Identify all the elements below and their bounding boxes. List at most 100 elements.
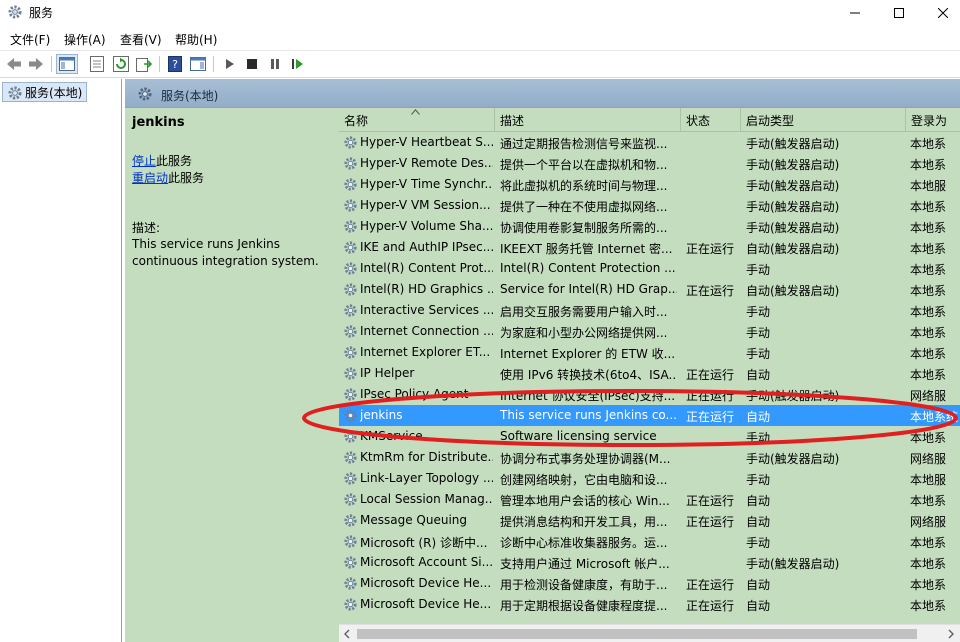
export-list-button[interactable]	[133, 54, 155, 74]
service-row[interactable]: Internet Explorer ET... Internet Explorer…	[339, 342, 960, 363]
show-tree-button[interactable]	[56, 54, 78, 74]
service-status: 正在运行	[686, 410, 735, 424]
scroll-left-icon[interactable]	[343, 629, 351, 639]
service-description: Internet 协议安全(IPsec)支持...	[500, 389, 676, 403]
service-row[interactable]: IPsec Policy Agent Internet 协议安全(IPsec)支持…	[339, 384, 960, 405]
service-row[interactable]: KtmRm for Distribute... 协调分布式事务处理协调器(M...…	[339, 447, 960, 468]
close-button[interactable]	[920, 0, 960, 26]
service-name: IKE and AuthIP IPsec...	[360, 240, 493, 254]
menu-view[interactable]: 查看(V)	[120, 31, 162, 48]
restart-service-button[interactable]	[287, 54, 309, 74]
service-name: Microsoft Device He...	[360, 597, 492, 611]
service-name: jenkins	[360, 408, 403, 422]
stop-service-suffix: 此服务	[156, 154, 193, 168]
service-log-on-as: 本地系	[910, 578, 947, 592]
scroll-right-icon[interactable]	[947, 629, 955, 639]
service-row[interactable]: Microsoft (R) 诊断中... 诊断中心标准收集器服务。运... 手动 本地…	[339, 531, 960, 552]
minimize-button[interactable]	[832, 0, 878, 26]
service-name: Link-Layer Topology ...	[360, 471, 493, 485]
column-header-startup-type[interactable]: 启动类型	[741, 108, 906, 132]
service-row[interactable]: Hyper-V Heartbeat S... 通过定期报告检测信号来监视... 手动…	[339, 132, 960, 153]
service-row[interactable]: Hyper-V Time Synchr... 将此虚拟机的系统时间与物理... 手动…	[339, 174, 960, 195]
start-service-button[interactable]	[219, 54, 241, 74]
service-log-on-as: 本地服	[910, 179, 947, 193]
help-button[interactable]: ?	[164, 54, 186, 74]
toolbar-separator	[51, 56, 52, 72]
service-name: Message Queuing	[360, 513, 468, 527]
service-row[interactable]: Hyper-V Volume Sha... 协调使用卷影复制服务所需的... 手动(…	[339, 216, 960, 237]
service-gear-icon	[344, 283, 357, 296]
service-startup-type: 手动(触发器启动)	[746, 389, 840, 403]
pause-service-button[interactable]	[264, 54, 286, 74]
service-log-on-as: 本地系	[910, 368, 947, 382]
service-description: Service for Intel(R) HD Grap...	[500, 282, 677, 296]
service-row[interactable]: Link-Layer Topology ... 创建网络映射，它由电脑和设... 手…	[339, 468, 960, 489]
service-description: 支持用户通过 Microsoft 帐户...	[500, 557, 670, 571]
service-log-on-as: 本地系	[910, 431, 947, 445]
tree-item-services-local[interactable]: 服务(本地)	[2, 82, 88, 102]
column-header-status[interactable]: 状态	[681, 108, 741, 132]
scrollbar-thumb[interactable]	[357, 629, 917, 639]
stop-service-button[interactable]	[241, 54, 263, 74]
service-row[interactable]: KMService Software licensing service 手动 本地系	[339, 426, 960, 447]
service-startup-type: 自动	[746, 599, 771, 613]
service-gear-icon	[344, 199, 357, 212]
service-gear-icon	[344, 157, 357, 170]
service-status: 正在运行	[686, 284, 735, 298]
restart-service-link[interactable]: 重启动	[132, 171, 168, 185]
service-startup-type: 自动	[746, 578, 771, 592]
service-description: 通过定期报告检测信号来监视...	[500, 137, 668, 151]
service-description: 用于检测设备健康度，有助于...	[500, 578, 668, 592]
service-name: Intel(R) HD Graphics ...	[360, 282, 493, 296]
column-header-log-on-as[interactable]: 登录为	[906, 108, 960, 132]
service-description: 用于定期根据设备健康程度提...	[500, 599, 668, 613]
service-log-on-as: 本地系	[910, 242, 947, 256]
service-gear-icon	[344, 577, 357, 590]
forward-arrow-icon	[29, 58, 43, 70]
menu-action[interactable]: 操作(A)	[64, 31, 106, 48]
maximize-button[interactable]	[876, 0, 922, 26]
service-gear-icon	[344, 535, 357, 548]
service-log-on-as: 网络服	[910, 389, 947, 403]
horizontal-scrollbar[interactable]	[339, 624, 960, 642]
stop-service-link[interactable]: 停止	[132, 154, 156, 168]
service-row[interactable]: Intel(R) HD Graphics ... Service for Inte…	[339, 279, 960, 300]
service-log-on-as: 网络服	[910, 515, 947, 529]
service-gear-icon	[344, 493, 357, 506]
service-description: 提供消息结构和开发工具，用...	[500, 515, 668, 529]
action-pane-button[interactable]	[187, 54, 209, 74]
service-gear-icon	[344, 367, 357, 380]
forward-button[interactable]	[25, 54, 47, 74]
service-name: KMService	[360, 429, 423, 443]
service-row[interactable]: Local Session Manag... 管理本地用户会话的核心 Win...…	[339, 489, 960, 510]
service-startup-type: 手动(触发器启动)	[746, 158, 840, 172]
service-startup-type: 手动(触发器启动)	[746, 179, 840, 193]
service-startup-type: 手动	[746, 263, 771, 277]
service-startup-type: 自动(触发器启动)	[746, 284, 840, 298]
properties-button[interactable]	[86, 54, 108, 74]
service-row[interactable]: Microsoft Device He... 用于检测设备健康度，有助于... 正在…	[339, 573, 960, 594]
column-header-description[interactable]: 描述	[495, 108, 681, 132]
service-row[interactable]: Internet Connection ... 为家庭和小型办公网络提供网... 手…	[339, 321, 960, 342]
service-row[interactable]: Intel(R) Content Prot... Intel(R) Content…	[339, 258, 960, 279]
menu-help[interactable]: 帮助(H)	[175, 31, 217, 48]
service-row[interactable]: IKE and AuthIP IPsec... IKEEXT 服务托管 Inter…	[339, 237, 960, 258]
service-row[interactable]: Microsoft Account Si... 支持用户通过 Microsoft …	[339, 552, 960, 573]
service-name: Internet Explorer ET...	[360, 345, 491, 359]
svg-text:?: ?	[172, 58, 178, 71]
service-row[interactable]: Microsoft Device He... 用于定期根据设备健康程度提... 正在…	[339, 594, 960, 615]
column-header-name[interactable]: 名称	[339, 108, 495, 132]
service-log-on-as: 本地系统	[910, 410, 959, 424]
service-row[interactable]: jenkins This service runs Jenkins co... 正在…	[339, 405, 960, 426]
service-row[interactable]: Hyper-V Remote Des... 提供一个平台以在虚拟机和物... 手动(…	[339, 153, 960, 174]
service-row[interactable]: Interactive Services ... 启用交互服务需要用户输入时...…	[339, 300, 960, 321]
refresh-button[interactable]	[110, 54, 132, 74]
service-row[interactable]: Hyper-V VM Session... 提供了一种在不使用虚拟网络... 手动(…	[339, 195, 960, 216]
service-log-on-as: 本地系	[910, 326, 947, 340]
service-row[interactable]: IP Helper 使用 IPv6 转换技术(6to4、ISA... 正在运行 自动 本…	[339, 363, 960, 384]
service-row[interactable]: Message Queuing 提供消息结构和开发工具，用... 正在运行 自动 网络服	[339, 510, 960, 531]
service-gear-icon	[344, 451, 357, 464]
menu-file[interactable]: 文件(F)	[10, 31, 50, 48]
service-description: 提供了一种在不使用虚拟网络...	[500, 200, 668, 214]
back-button[interactable]	[3, 54, 25, 74]
